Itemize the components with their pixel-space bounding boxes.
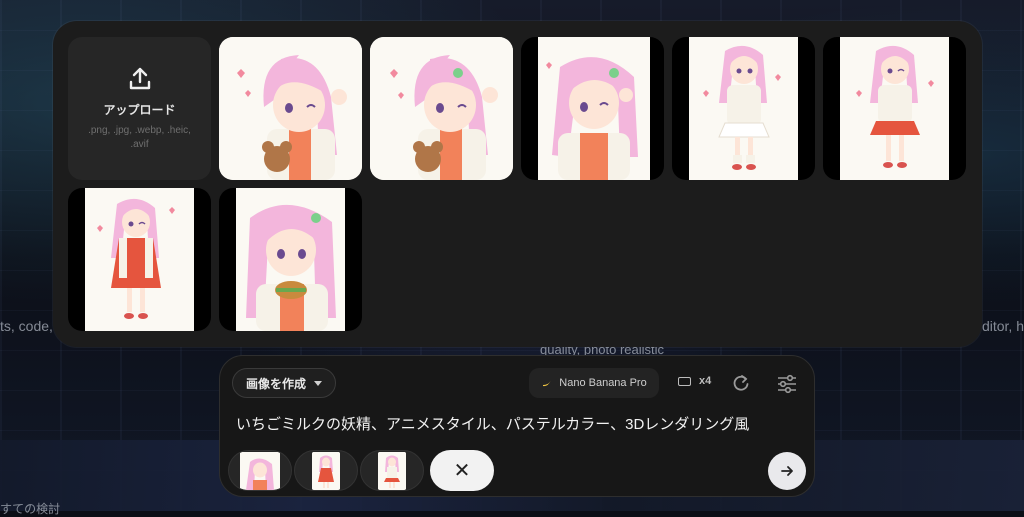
- generated-image: [236, 188, 345, 331]
- chevron-down-icon: [314, 380, 322, 386]
- upload-formats: .png, .jpg, .webp, .heic, .avif: [88, 125, 191, 150]
- generated-image: [219, 37, 362, 180]
- settings-sliders-icon[interactable]: [776, 373, 798, 395]
- thumbnail-image: [312, 451, 340, 490]
- gallery-image-4[interactable]: [672, 37, 815, 180]
- gallery-image-1[interactable]: [219, 37, 362, 180]
- thumbnail-image: [240, 451, 280, 490]
- anime-girl-image: [236, 188, 345, 331]
- anime-girl-image: [689, 37, 798, 180]
- image-count-button[interactable]: x4: [678, 375, 711, 387]
- reference-thumbnail-1[interactable]: [228, 450, 292, 491]
- generated-image: [85, 188, 194, 331]
- prompt-composer: 画像を作成 Nano Banana Pro x4 いちごミルクの妖精、アニメスタ…: [219, 355, 815, 497]
- background-text-bottom: すての検討: [0, 502, 61, 516]
- banana-icon: [543, 380, 552, 387]
- model-selector-button[interactable]: Nano Banana Pro: [529, 368, 659, 398]
- upload-label: アップロード: [103, 103, 176, 117]
- clear-references-button[interactable]: ✕: [430, 450, 494, 491]
- anime-girl-image: [840, 37, 949, 180]
- anime-girl-image: [378, 451, 406, 490]
- gallery-image-6[interactable]: [68, 188, 211, 331]
- close-icon: ✕: [453, 459, 471, 482]
- image-count-label: x4: [699, 375, 712, 387]
- anime-girl-image: [312, 451, 340, 490]
- anime-girl-image: [85, 188, 194, 331]
- image-gallery: アップロード .png, .jpg, .webp, .heic, .avif: [53, 21, 982, 347]
- create-image-mode-dropdown[interactable]: 画像を作成: [232, 368, 336, 398]
- generated-image: [370, 37, 513, 180]
- anime-girl-image: [538, 37, 650, 180]
- gallery-image-3[interactable]: [521, 37, 664, 180]
- gallery-image-7[interactable]: [219, 188, 362, 331]
- anime-girl-image: [240, 451, 280, 490]
- background-text-left: ts, code,: [0, 318, 53, 334]
- aspect-ratio-icon: [678, 376, 691, 386]
- model-label: Nano Banana Pro: [559, 377, 647, 389]
- generated-image: [538, 37, 650, 180]
- generated-image: [689, 37, 798, 180]
- upload-tile[interactable]: アップロード .png, .jpg, .webp, .heic, .avif: [68, 37, 211, 180]
- anime-girl-image: [370, 37, 513, 180]
- background-text-right: ditor, h: [981, 318, 1024, 334]
- generated-image: [840, 37, 949, 180]
- mode-label: 画像を作成: [245, 376, 306, 391]
- refresh-icon[interactable]: [731, 373, 751, 393]
- send-button[interactable]: [768, 452, 806, 490]
- thumbnail-image: [378, 451, 406, 490]
- prompt-input[interactable]: いちごミルクの妖精、アニメスタイル、パステルカラー、3Dレンダリング風: [236, 413, 796, 434]
- upload-icon: [129, 67, 150, 90]
- gallery-image-5[interactable]: [823, 37, 966, 180]
- gallery-image-2[interactable]: [370, 37, 513, 180]
- arrow-right-icon: [781, 466, 793, 476]
- anime-girl-image: [219, 37, 362, 180]
- reference-thumbnail-2[interactable]: [294, 450, 358, 491]
- reference-thumbnail-3[interactable]: [360, 450, 424, 491]
